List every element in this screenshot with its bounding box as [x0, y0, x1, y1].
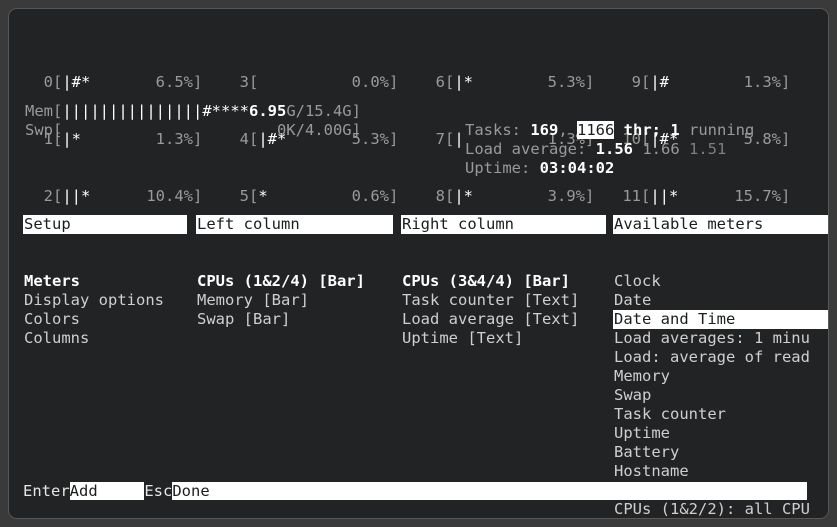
cpu-meter-0: 0[|#* 6.5%] [25, 73, 203, 91]
panel-available-meters-item-label: Date [614, 291, 652, 309]
panel-right-column-item[interactable]: CPUs (3&4/4) [Bar] [401, 272, 606, 291]
panel-available-meters-item[interactable]: Load averages: 1 minu [613, 329, 828, 348]
panel-available-meters-item[interactable]: Date [613, 291, 828, 310]
htop-setup-screen: 0[|#* 6.5%] 3[ 0.0%] 6[|* 5.3%] 9[|# 1.3… [9, 9, 828, 518]
panel-left-column-item-label: Memory [Bar] [197, 291, 309, 309]
panel-left-column-list[interactable]: CPUs (1&2/4) [Bar] Memory [Bar] Swap [Bar] [196, 272, 393, 329]
panel-available-meters-item[interactable]: Swap [613, 386, 828, 405]
panel-setup-item-label: Columns [24, 329, 90, 347]
panel-setup-item[interactable]: Display options [23, 291, 187, 310]
panel-available-meters-item-label: CPUs (1&2/2): all CPU [614, 500, 810, 518]
keybar-key-esc: Esc [144, 482, 173, 500]
panel-available-meters-item[interactable]: Load: average of read [613, 348, 828, 367]
panel-right-column-item[interactable]: Uptime [Text] [401, 329, 606, 348]
function-key-bar[interactable]: EnterAdd EscDone [23, 482, 828, 501]
panel-left-column-item[interactable]: Swap [Bar] [196, 310, 393, 329]
panel-left-column-item-label: CPUs (1&2/4) [Bar] [197, 272, 365, 290]
panel-right-column-list[interactable]: CPUs (3&4/4) [Bar] Task counter [Text] Loa… [401, 272, 606, 348]
panel-available-meters-item[interactable]: Task counter [613, 405, 828, 424]
panel-available-meters-item-label: Load: average of read [614, 348, 810, 366]
panel-left-column: Left column CPUs (1&2/4) [Bar] Memory [Ba… [196, 177, 393, 367]
panel-available-meters-header: Available meters [613, 215, 828, 234]
panel-right-column-item-label: Uptime [Text] [402, 329, 524, 347]
panel-available-meters-item-label: Battery [614, 443, 680, 461]
panel-available-meters: Available meters Clock Date Date and Time L… [613, 177, 828, 518]
keybar-action-done[interactable]: Done [172, 482, 807, 500]
panel-setup-item-label: Display options [24, 291, 164, 309]
panel-available-meters-item[interactable]: Battery [613, 443, 828, 462]
panel-available-meters-item-label: Swap [614, 386, 652, 404]
uptime-label: Uptime: [465, 159, 540, 177]
panel-setup-header: Setup [23, 215, 187, 234]
panel-right-column-item[interactable]: Task counter [Text] [401, 291, 606, 310]
panel-right-column-item-label: Load average [Text] [402, 310, 580, 328]
swap-meter: Swp[ 0K/4.00G] [25, 121, 361, 139]
terminal-window: 0[|#* 6.5%] 3[ 0.0%] 6[|* 5.3%] 9[|# 1.3… [8, 8, 829, 519]
cpu-meter-6: 6[|* 5.3%] [417, 73, 595, 91]
load-average-5min: 1.66 [642, 140, 680, 158]
load-average-15min: 1.51 [689, 140, 727, 158]
panel-available-meters-item[interactable]: CPUs (1&2/2): all CPU [613, 500, 828, 518]
panel-right-column-item[interactable]: Load average [Text] [401, 310, 606, 329]
panel-setup-item-label: Meters [24, 272, 80, 290]
cpu-meter-3: 3[ 0.0%] [221, 73, 399, 91]
panel-available-meters-item[interactable]: Clock [613, 272, 828, 291]
panel-right-column-header: Right column [401, 215, 606, 234]
keybar-action-add[interactable]: Add [69, 482, 145, 500]
panel-left-column-item[interactable]: CPUs (1&2/4) [Bar] [196, 272, 393, 291]
uptime-value: 03:04:02 [539, 159, 615, 177]
setup-panels: Setup Meters Display options Colors Columns… [9, 177, 828, 518]
panel-available-meters-item-label: Uptime [614, 424, 670, 442]
panel-available-meters-item-label: Clock [614, 272, 661, 290]
keybar-key-enter: Enter [23, 482, 70, 500]
panel-setup-item-label: Colors [24, 310, 80, 328]
panel-available-meters-item[interactable]: Hostname [613, 462, 828, 481]
panel-left-column-item-label: Swap [Bar] [197, 310, 291, 328]
panel-available-meters-item-label: Memory [614, 367, 670, 385]
panel-right-column: Right column CPUs (3&4/4) [Bar] Task coun… [401, 177, 606, 386]
panel-available-meters-item-label: Date and Time [614, 310, 736, 328]
panel-available-meters-item-label: Task counter [614, 405, 726, 423]
cpu-meter-9: 9[|# 1.3%] [613, 73, 791, 91]
memory-meter: Mem[|||||||||||||||#****6.95G/15.4G] [25, 102, 361, 120]
panel-available-meters-item[interactable]: Date and Time [613, 310, 828, 329]
panel-left-column-item[interactable]: Memory [Bar] [196, 291, 393, 310]
panel-setup: Setup Meters Display options Colors Columns [23, 177, 187, 386]
panel-right-column-item-label: CPUs (3&4/4) [Bar] [402, 272, 570, 290]
panel-left-column-header: Left column [196, 215, 393, 234]
panel-available-meters-item-label: Hostname [614, 462, 689, 480]
panel-available-meters-item[interactable]: Memory [613, 367, 828, 386]
panel-available-meters-item-label: Load averages: 1 minu [614, 329, 810, 347]
panel-setup-item[interactable]: Colors [23, 310, 187, 329]
panel-available-meters-item[interactable]: Uptime [613, 424, 828, 443]
panel-setup-item[interactable]: Meters [23, 272, 187, 291]
panel-setup-item[interactable]: Columns [23, 329, 187, 348]
panel-right-column-item-label: Task counter [Text] [402, 291, 580, 309]
cpu-meter-row: 0[|#* 6.5%] 3[ 0.0%] 6[|* 5.3%] 9[|# 1.3… [25, 73, 815, 92]
panel-setup-list[interactable]: Meters Display options Colors Columns [23, 272, 187, 348]
